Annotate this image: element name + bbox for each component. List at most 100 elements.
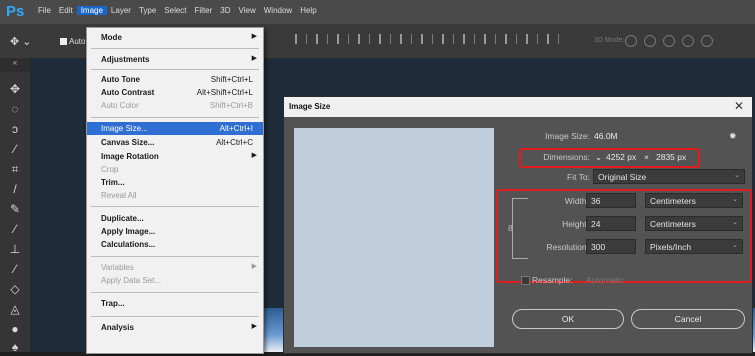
image-size-value: 46.0M	[594, 131, 618, 141]
distribute-icon[interactable]	[442, 34, 454, 44]
menu-edit[interactable]: Edit	[55, 6, 77, 15]
quick-select-icon[interactable]: ⁄	[6, 140, 24, 158]
dimensions-width: 4252 px	[606, 152, 637, 162]
3d-mode-label: 3D Mode:	[594, 37, 625, 44]
gear-icon[interactable]: ✹	[729, 131, 737, 142]
menu-separator	[91, 316, 259, 317]
height-label: Height:	[562, 219, 589, 229]
auto-align-icon[interactable]	[547, 34, 559, 44]
menu-separator	[91, 69, 259, 70]
menu-file[interactable]: File	[34, 6, 55, 15]
lasso-icon[interactable]: ↄ	[6, 120, 24, 138]
crop-icon[interactable]: ⌗	[6, 160, 24, 178]
menu-help[interactable]: Help	[296, 6, 320, 15]
fit-to-label: Fit To:	[567, 172, 590, 182]
3d-roll-icon[interactable]	[644, 35, 656, 47]
menu-item-analysis[interactable]: Analysis ▶	[87, 321, 263, 334]
distribute-icon[interactable]	[484, 34, 496, 44]
distribute-icon[interactable]	[421, 34, 433, 44]
close-icon[interactable]: ✕	[734, 99, 744, 113]
menu-items: File Edit Image Layer Type Select Filter…	[34, 6, 321, 15]
menu-item-auto-contrast[interactable]: Auto Contrast Alt+Shift+Ctrl+L	[87, 86, 263, 99]
menu-item-image-size[interactable]: Image Size... Alt+Ctrl+I	[87, 122, 263, 135]
menu-item-auto-tone[interactable]: Auto Tone Shift+Ctrl+L	[87, 73, 263, 86]
brush-icon[interactable]: ⁄	[6, 220, 24, 238]
dodge-icon[interactable]: ♠	[6, 338, 24, 356]
width-label: Width:	[564, 196, 589, 206]
align-icon[interactable]	[379, 34, 391, 44]
cancel-button[interactable]: Cancel	[631, 309, 745, 329]
menu-item-reveal-all: Reveal All	[101, 191, 137, 200]
align-icon[interactable]	[358, 34, 370, 44]
menu-item-apply-image[interactable]: Apply Image...	[87, 225, 263, 238]
align-icon[interactable]	[295, 34, 307, 44]
dimensions-label: Dimensions:	[543, 152, 590, 162]
menu-item-canvas-size[interactable]: Canvas Size... Alt+Ctrl+C	[87, 136, 263, 149]
blur-icon[interactable]: ●	[6, 320, 24, 338]
resample-checkbox[interactable]	[521, 276, 530, 285]
3d-slide-icon[interactable]	[682, 35, 694, 47]
distribute-icon[interactable]	[526, 34, 538, 44]
3d-pan-icon[interactable]	[663, 35, 675, 47]
3d-scale-icon[interactable]	[701, 35, 713, 47]
dimensions-height: 2835 px	[656, 152, 687, 162]
image-size-label: Image Size:	[545, 131, 590, 141]
healing-brush-icon[interactable]: ✎	[6, 200, 24, 218]
eraser-icon[interactable]: ◇	[6, 280, 24, 298]
menu-item-image-rotation[interactable]: Image Rotation ▶	[87, 150, 263, 163]
menu-item-mode[interactable]: Mode ▶	[87, 31, 263, 44]
dimensions-chevron-icon[interactable]: ⌄	[595, 152, 602, 163]
menu-window[interactable]: Window	[260, 6, 296, 15]
ok-button[interactable]: OK	[512, 309, 624, 329]
menu-separator	[91, 256, 259, 257]
resolution-label: Resolution:	[546, 242, 589, 252]
menu-item-duplicate[interactable]: Duplicate...	[87, 212, 263, 225]
distribute-icon[interactable]	[505, 34, 517, 44]
resolution-input[interactable]: 300	[586, 239, 636, 254]
height-unit-select[interactable]: Centimeters ⌄	[645, 216, 743, 231]
height-input[interactable]: 24	[586, 216, 636, 231]
menu-item-adjustments[interactable]: Adjustments ▶	[87, 53, 263, 66]
gradient-icon[interactable]: ◬	[6, 300, 24, 318]
menu-3d[interactable]: 3D	[216, 6, 234, 15]
align-icon[interactable]	[337, 34, 349, 44]
menu-select[interactable]: Select	[160, 6, 190, 15]
width-input[interactable]: 36	[586, 193, 636, 208]
align-icon[interactable]	[316, 34, 328, 44]
menu-item-auto-color: Auto Color Shift+Ctrl+B	[101, 101, 253, 110]
image-menu-dropdown: Mode ▶ Adjustments ▶ Auto Tone Shift+Ctrl+L…	[86, 27, 264, 354]
menu-type[interactable]: Type	[135, 6, 160, 15]
menu-layer[interactable]: Layer	[107, 6, 135, 15]
menu-separator	[91, 292, 259, 293]
auto-select-checkbox[interactable]	[60, 38, 67, 46]
3d-rotate-icon[interactable]	[625, 35, 637, 47]
panel-collapse-tab[interactable]: «	[0, 58, 30, 72]
menu-view[interactable]: View	[235, 6, 260, 15]
menu-item-trap[interactable]: Trap...	[87, 297, 263, 310]
image-preview[interactable]	[294, 128, 494, 347]
menu-item-apply-data-set: Apply Data Set...	[101, 276, 162, 285]
menu-filter[interactable]: Filter	[191, 6, 217, 15]
resolution-unit-select[interactable]: Pixels/Inch ⌄	[645, 239, 743, 254]
history-brush-icon[interactable]: ⁄	[6, 260, 24, 278]
move-icon[interactable]: ✥	[6, 80, 24, 98]
photoshop-logo: Ps	[6, 3, 25, 20]
menu-item-variables: Variables ▶	[101, 263, 257, 272]
move-tool-icon[interactable]: ✥ ⌄	[10, 35, 32, 48]
menu-item-trim[interactable]: Trim...	[87, 176, 263, 189]
distribute-icon[interactable]	[463, 34, 475, 44]
marquee-icon[interactable]: ◌	[6, 100, 24, 118]
auto-select-label: Auto	[69, 37, 86, 46]
clone-stamp-icon[interactable]: ⊥	[6, 240, 24, 258]
width-unit-select[interactable]: Centimeters ⌄	[645, 193, 743, 208]
menu-separator	[91, 117, 259, 118]
eyedropper-icon[interactable]: /	[6, 180, 24, 198]
resample-label: Resample:	[532, 275, 573, 285]
menu-image[interactable]: Image	[76, 6, 107, 15]
menu-separator	[91, 206, 259, 207]
auto-select-option[interactable]: Auto	[60, 37, 85, 46]
fit-to-select[interactable]: Original Size ⌄	[593, 169, 745, 184]
dimensions-times: ×	[644, 152, 649, 162]
align-icon[interactable]	[400, 34, 412, 44]
menu-item-calculations[interactable]: Calculations...	[87, 238, 263, 251]
